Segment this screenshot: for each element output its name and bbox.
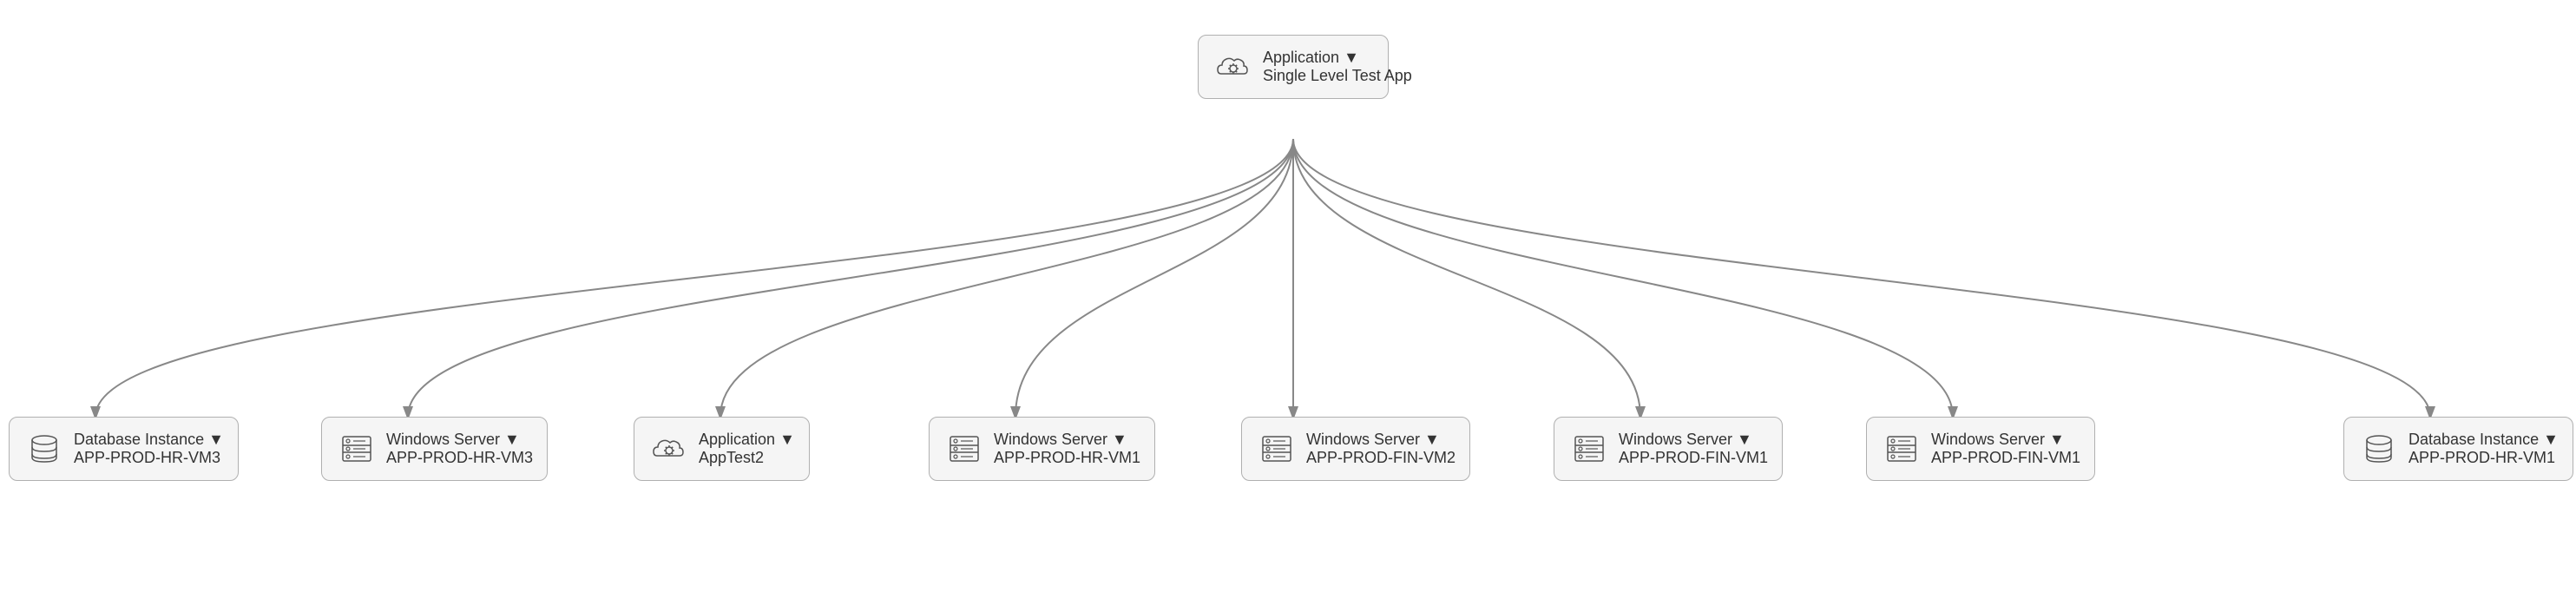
child-label-8: Database Instance ▼ APP-PROD-HR-VM1 (2408, 431, 2559, 467)
server-icon (1881, 428, 1922, 470)
child-name-5: APP-PROD-FIN-VM2 (1306, 449, 1456, 467)
cloud-gear-icon (648, 428, 690, 470)
server-icon (943, 428, 985, 470)
child-node-8[interactable]: Database Instance ▼ APP-PROD-HR-VM1 (2343, 417, 2573, 481)
child-label-2: Windows Server ▼ APP-PROD-HR-VM3 (386, 431, 533, 467)
child-label-6: Windows Server ▼ APP-PROD-FIN-VM1 (1619, 431, 1768, 467)
child-label-3: Application ▼ AppTest2 (699, 431, 795, 467)
root-node-type: Application ▼ (1263, 49, 1412, 67)
child-dropdown-arrow-5[interactable]: ▼ (1424, 431, 1440, 448)
child-type-3: Application ▼ (699, 431, 795, 449)
child-name-6: APP-PROD-FIN-VM1 (1619, 449, 1768, 467)
child-node-4[interactable]: Windows Server ▼ APP-PROD-HR-VM1 (929, 417, 1155, 481)
child-node-1[interactable]: Database Instance ▼ APP-PROD-HR-VM3 (9, 417, 239, 481)
child-dropdown-arrow-8[interactable]: ▼ (2543, 431, 2559, 448)
child-name-1: APP-PROD-HR-VM3 (74, 449, 224, 467)
child-type-4: Windows Server ▼ (994, 431, 1140, 449)
child-label-5: Windows Server ▼ APP-PROD-FIN-VM2 (1306, 431, 1456, 467)
child-node-3[interactable]: Application ▼ AppTest2 (634, 417, 810, 481)
diagram-container: Application ▼ Single Level Test App Data… (0, 0, 2576, 599)
child-dropdown-arrow-4[interactable]: ▼ (1112, 431, 1127, 448)
child-label-7: Windows Server ▼ APP-PROD-FIN-VM1 (1931, 431, 2080, 467)
child-type-7: Windows Server ▼ (1931, 431, 2080, 449)
child-name-4: APP-PROD-HR-VM1 (994, 449, 1140, 467)
database-icon (2358, 428, 2400, 470)
child-name-3: AppTest2 (699, 449, 795, 467)
server-icon (336, 428, 378, 470)
root-node-name: Single Level Test App (1263, 67, 1412, 85)
child-label-1: Database Instance ▼ APP-PROD-HR-VM3 (74, 431, 224, 467)
server-icon (1568, 428, 1610, 470)
child-type-2: Windows Server ▼ (386, 431, 533, 449)
child-node-2[interactable]: Windows Server ▼ APP-PROD-HR-VM3 (321, 417, 548, 481)
server-icon (1256, 428, 1298, 470)
child-label-4: Windows Server ▼ APP-PROD-HR-VM1 (994, 431, 1140, 467)
cloud-gear-icon (1212, 46, 1254, 88)
child-node-7[interactable]: Windows Server ▼ APP-PROD-FIN-VM1 (1866, 417, 2095, 481)
database-icon (23, 428, 65, 470)
child-dropdown-arrow-1[interactable]: ▼ (208, 431, 224, 448)
child-name-8: APP-PROD-HR-VM1 (2408, 449, 2559, 467)
root-node[interactable]: Application ▼ Single Level Test App (1198, 35, 1389, 99)
child-node-5[interactable]: Windows Server ▼ APP-PROD-FIN-VM2 (1241, 417, 1470, 481)
child-name-7: APP-PROD-FIN-VM1 (1931, 449, 2080, 467)
child-type-5: Windows Server ▼ (1306, 431, 1456, 449)
child-node-6[interactable]: Windows Server ▼ APP-PROD-FIN-VM1 (1554, 417, 1783, 481)
child-type-8: Database Instance ▼ (2408, 431, 2559, 449)
child-type-1: Database Instance ▼ (74, 431, 224, 449)
root-node-label: Application ▼ Single Level Test App (1263, 49, 1412, 85)
child-dropdown-arrow-6[interactable]: ▼ (1737, 431, 1752, 448)
child-name-2: APP-PROD-HR-VM3 (386, 449, 533, 467)
child-dropdown-arrow-3[interactable]: ▼ (779, 431, 795, 448)
child-dropdown-arrow-2[interactable]: ▼ (504, 431, 520, 448)
child-type-6: Windows Server ▼ (1619, 431, 1768, 449)
child-dropdown-arrow-7[interactable]: ▼ (2049, 431, 2065, 448)
root-dropdown-arrow[interactable]: ▼ (1344, 49, 1359, 66)
